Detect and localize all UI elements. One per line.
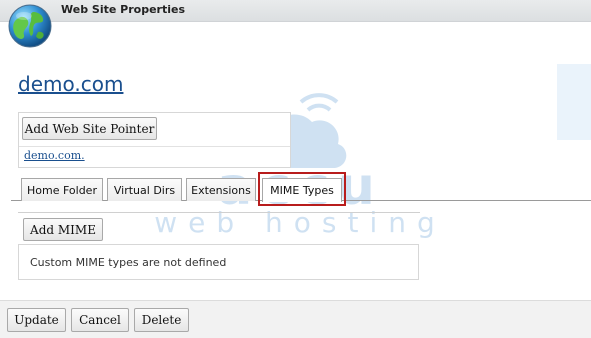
globe-icon — [8, 4, 52, 48]
title-bar: Web Site Properties — [0, 0, 591, 22]
update-button[interactable]: Update — [7, 308, 66, 332]
site-name-link[interactable]: demo.com — [18, 72, 123, 96]
side-panel — [557, 64, 591, 140]
web-site-properties-page: Web Site Properties accu web hosting dem… — [0, 0, 591, 338]
watermark-tagline: web hosting — [154, 206, 446, 239]
tab-mime-types[interactable]: MIME Types — [262, 178, 342, 202]
site-pointer-link[interactable]: demo.com. — [24, 149, 85, 162]
window-title: Web Site Properties — [61, 3, 185, 16]
pointer-divider — [19, 146, 290, 147]
tab-virtual-dirs[interactable]: Virtual Dirs — [107, 178, 182, 201]
mime-empty-message: Custom MIME types are not defined — [18, 244, 419, 280]
mime-separator — [18, 212, 420, 213]
tab-extensions[interactable]: Extensions — [186, 178, 256, 201]
cancel-button[interactable]: Cancel — [71, 308, 129, 332]
add-web-site-pointer-button[interactable]: Add Web Site Pointer — [22, 117, 157, 140]
add-mime-button[interactable]: Add MIME — [23, 218, 103, 241]
delete-button[interactable]: Delete — [134, 308, 189, 332]
tab-home-folder[interactable]: Home Folder — [21, 178, 103, 201]
